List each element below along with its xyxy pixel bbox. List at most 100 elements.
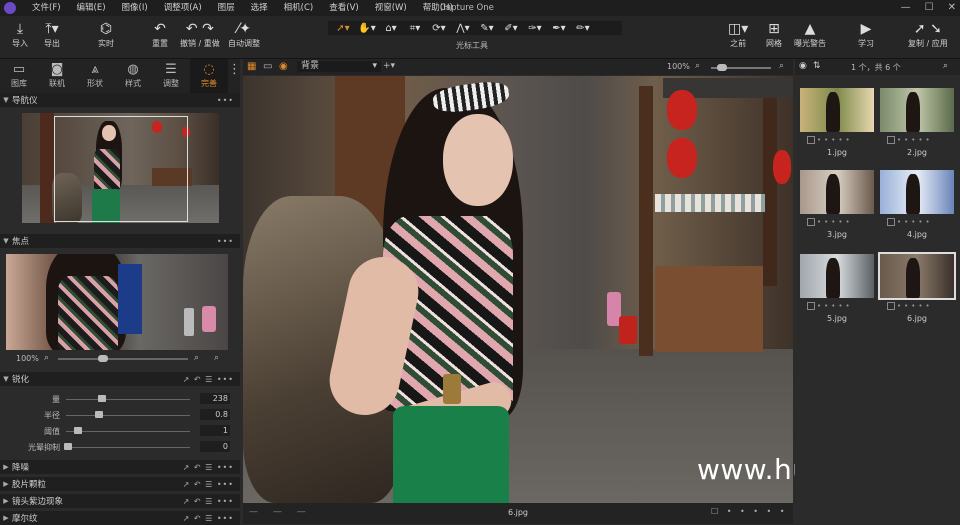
thumbnail-rating-dots[interactable]: •••••: [817, 218, 853, 226]
gradient-icon[interactable]: ✒▾: [548, 23, 570, 34]
tabs-more-icon[interactable]: ⋮: [228, 59, 241, 93]
copy-apply-button[interactable]: ➚ ➘ 复制 / 应用: [908, 20, 948, 49]
menu-window[interactable]: 视窗(W): [367, 0, 415, 16]
menu-select[interactable]: 选择: [243, 0, 276, 16]
menu-layers[interactable]: 图层: [210, 0, 243, 16]
thumbnail-checkbox[interactable]: [887, 302, 895, 310]
thumbnail-rating-dots[interactable]: •••••: [897, 136, 933, 144]
sharpening-header[interactable]: ▼ 锐化 ↗ ↶ ☰ •••: [0, 372, 240, 386]
purple-fringing-header[interactable]: ▶ 镜头紫边现象 ↗ ↶ ☰ •••: [0, 494, 240, 508]
tab-refine[interactable]: ◌ 完善: [190, 59, 228, 93]
menu-camera[interactable]: 相机(C): [276, 0, 322, 16]
section-actions-icon[interactable]: ↗ ↶ ☰ •••: [183, 375, 234, 384]
noise-reduction-header[interactable]: ▶ 降噪 ↗ ↶ ☰ •••: [0, 460, 240, 474]
thumbnail-rating-dots[interactable]: •••••: [817, 302, 853, 310]
slider-track[interactable]: [66, 431, 190, 432]
close-button[interactable]: ✕: [948, 0, 956, 16]
slider-track[interactable]: [66, 399, 190, 400]
focus-search-icon[interactable]: ⌕: [214, 353, 219, 363]
thumbnail-checkbox[interactable]: [807, 136, 815, 144]
menu-file[interactable]: 文件(F): [24, 0, 69, 16]
slider-knob[interactable]: [64, 443, 73, 450]
live-button[interactable]: ⌬ 实时: [98, 20, 114, 49]
viewer-zoom-knob[interactable]: [717, 64, 727, 71]
search-icon[interactable]: ⌕: [943, 61, 948, 71]
select-cursor-icon[interactable]: ➚▾: [332, 23, 354, 34]
grid-button[interactable]: ⊞ 网格: [766, 20, 782, 49]
thumbnail-rating-dots[interactable]: •••••: [897, 302, 933, 310]
tab-library[interactable]: ▭ 图库: [0, 59, 38, 93]
zoom-out-icon[interactable]: ⌕: [695, 61, 700, 71]
sharpening-slider-row[interactable]: 半径 0.8: [0, 408, 240, 424]
thumbnail-image[interactable]: [800, 254, 874, 298]
section-actions-icon[interactable]: ↗ ↶ ☰ •••: [183, 497, 234, 506]
thumbnail-checkbox[interactable]: [807, 302, 815, 310]
slider-knob[interactable]: [97, 395, 106, 402]
grid-view-icon[interactable]: ▦: [247, 61, 256, 72]
navigator-viewport-frame[interactable]: [54, 116, 188, 222]
more-options-icon[interactable]: •••: [217, 96, 234, 105]
auto-adjust-button[interactable]: ⁄✦ 自动调整: [228, 20, 260, 49]
sharpening-slider-row[interactable]: 光晕抑制 0: [0, 440, 240, 456]
tab-style[interactable]: ◍ 样式: [114, 59, 152, 93]
picker-icon[interactable]: ✑▾: [524, 23, 546, 34]
crop-icon[interactable]: ⌗▾: [404, 23, 426, 34]
eye-icon[interactable]: ◉: [279, 61, 288, 72]
loupe-icon[interactable]: ⌂▾: [380, 23, 402, 34]
more-options-icon[interactable]: •••: [217, 237, 234, 246]
tab-capture[interactable]: ◙ 联机: [38, 59, 76, 93]
slider-track[interactable]: [66, 415, 190, 416]
section-actions-icon[interactable]: ↗ ↶ ☰ •••: [183, 514, 234, 523]
reset-button[interactable]: ↶ 重置: [152, 20, 168, 49]
zoom-in-icon[interactable]: ⌕: [779, 61, 784, 71]
focus-zoom-slider[interactable]: [58, 358, 188, 360]
eraser-icon[interactable]: ✐▾: [500, 23, 522, 34]
menu-adjustments[interactable]: 调整项(A): [156, 0, 210, 16]
sharpening-slider-row[interactable]: 阈值 1: [0, 424, 240, 440]
zoom-in-icon[interactable]: ⌕: [194, 353, 199, 363]
menu-image[interactable]: 图像(I): [114, 0, 156, 16]
thumbnail-image[interactable]: [800, 170, 874, 214]
image-viewer[interactable]: [243, 76, 793, 503]
slider-value-input[interactable]: 238: [200, 393, 230, 404]
thumbnail-rating-dots[interactable]: •••••: [817, 136, 853, 144]
thumbnail-image[interactable]: [800, 88, 874, 132]
section-actions-icon[interactable]: ↗ ↶ ☰ •••: [183, 463, 234, 472]
tab-shape[interactable]: ⩓ 形状: [76, 59, 114, 93]
import-button[interactable]: ⤓ 导入: [12, 20, 28, 49]
menu-view[interactable]: 查看(V): [321, 0, 366, 16]
maximize-button[interactable]: ☐: [925, 0, 934, 16]
single-view-icon[interactable]: ▭: [263, 61, 272, 72]
moire-header[interactable]: ▶ 摩尔纹 ↗ ↶ ☰ •••: [0, 511, 240, 525]
rotate-icon[interactable]: ⟳▾: [428, 23, 450, 34]
thumbnail-checkbox[interactable]: [887, 136, 895, 144]
minimize-button[interactable]: —: [901, 0, 911, 16]
pan-hand-icon[interactable]: ✋▾: [356, 23, 378, 34]
sort-icon[interactable]: ⇅: [813, 61, 821, 71]
before-button[interactable]: ◫▾ 之前: [728, 20, 748, 49]
menu-edit[interactable]: 编辑(E): [69, 0, 114, 16]
sharpening-slider-row[interactable]: 量 238: [0, 392, 240, 408]
focus-preview[interactable]: [6, 254, 228, 350]
slider-value-input[interactable]: 1: [200, 425, 230, 436]
annotate-icon[interactable]: ✏▾: [572, 23, 594, 34]
thumbnail-rating-dots[interactable]: •••••: [897, 218, 933, 226]
thumbnail-image[interactable]: [880, 170, 954, 214]
brush-icon[interactable]: ✎▾: [476, 23, 498, 34]
navigator-header[interactable]: ▼ 导航仪 •••: [0, 93, 240, 107]
slider-value-input[interactable]: 0.8: [200, 409, 230, 420]
film-grain-header[interactable]: ▶ 胶片颗粒 ↗ ↶ ☰ •••: [0, 477, 240, 491]
export-button[interactable]: ⤒▾ 导出: [44, 20, 60, 49]
undo-redo-button[interactable]: ↶ ↷ 撤销 / 重做: [180, 20, 220, 49]
focus-zoom-knob[interactable]: [98, 355, 108, 362]
slider-knob[interactable]: [95, 411, 104, 418]
rating-dashes[interactable]: — — —: [249, 507, 312, 517]
exposure-warning-button[interactable]: ▲ 曝光警告: [794, 20, 826, 49]
navigator-preview[interactable]: [22, 113, 219, 223]
slider-track[interactable]: [66, 447, 190, 448]
rating-stars[interactable]: ☐ • • • • •: [711, 507, 787, 516]
thumbnail-checkbox[interactable]: [887, 218, 895, 226]
eye-icon[interactable]: ◉: [799, 61, 807, 71]
tab-adjust[interactable]: ☰ 调整: [152, 59, 190, 93]
zoom-out-icon[interactable]: ⌕: [44, 353, 49, 363]
